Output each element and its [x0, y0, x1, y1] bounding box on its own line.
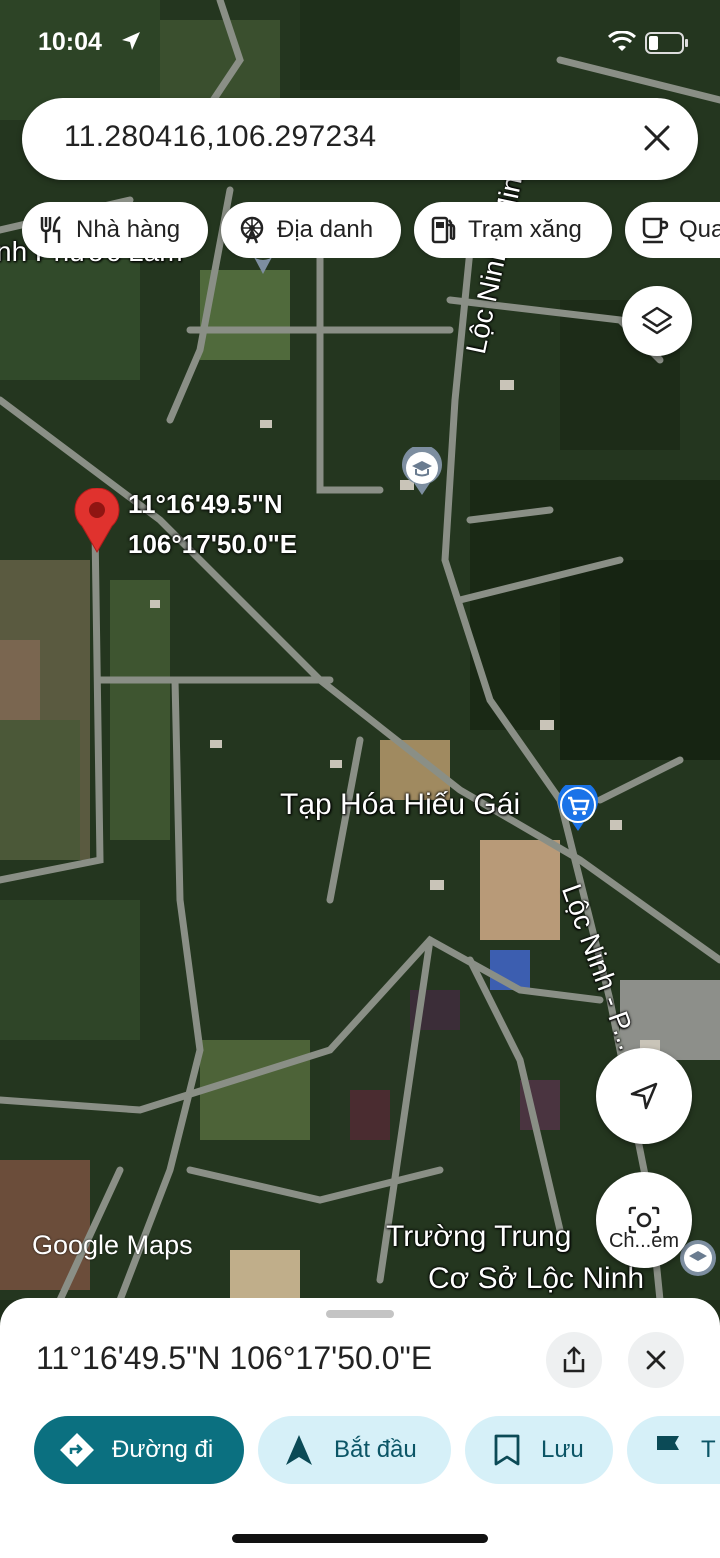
chip-cafes[interactable]: Qua [625, 202, 720, 258]
status-bar: 10:04 [0, 0, 720, 90]
label-button-label: T [701, 1436, 716, 1463]
chip-restaurants[interactable]: Nhà hàng [22, 202, 208, 258]
chip-landmarks-label: Địa danh [277, 216, 374, 243]
label-button[interactable]: T [627, 1416, 720, 1484]
start-button[interactable]: Bắt đầu [258, 1416, 451, 1484]
school-label-line2[interactable]: Cơ Sở Lộc Ninh [428, 1262, 644, 1296]
status-time: 10:04 [38, 28, 102, 56]
category-chips: Nhà hàng Địa danh Trạm xăng Qua [22, 202, 720, 258]
fork-knife-icon [40, 215, 61, 243]
drag-handle[interactable] [326, 1310, 394, 1318]
directions-icon [60, 1433, 94, 1467]
start-label: Bắt đầu [334, 1436, 417, 1463]
my-location-button[interactable] [596, 1048, 692, 1144]
dropped-pin-icon[interactable] [74, 487, 120, 559]
ferris-wheel-icon [240, 216, 264, 244]
share-button[interactable] [546, 1332, 602, 1388]
close-sheet-button[interactable] [628, 1332, 684, 1388]
chip-cafes-label: Qua [679, 216, 720, 243]
store-label[interactable]: Tạp Hóa Hiếu Gái [280, 788, 520, 822]
flag-icon [657, 1436, 679, 1465]
share-icon [563, 1346, 585, 1373]
wifi-icon [607, 30, 637, 58]
pin-latitude: 11°16'49.5"N [128, 489, 283, 519]
gas-station-icon [431, 216, 456, 244]
pin-coordinates: 11°16'49.5"N 106°17'50.0"E [128, 484, 297, 564]
school-label-line1[interactable]: Trường Trung [386, 1220, 571, 1254]
home-indicator [232, 1534, 488, 1543]
directions-label: Đường đi [112, 1436, 214, 1463]
lens-label: Ch...em [608, 1230, 680, 1252]
close-icon [646, 1350, 666, 1370]
pin-longitude: 106°17'50.0"E [128, 529, 298, 559]
chip-landmarks[interactable]: Địa danh [221, 202, 401, 258]
clear-search-icon[interactable] [642, 123, 672, 158]
google-maps-attribution: Google Maps [32, 1230, 193, 1260]
layers-icon [641, 306, 673, 335]
save-label: Lưu [541, 1436, 584, 1463]
place-title-coordinates: 11°16'49.5"N 106°17'50.0"E [36, 1340, 433, 1376]
search-bar[interactable]: 11.280416,106.297234 [22, 98, 698, 180]
battery-icon [645, 32, 689, 59]
shopping-cart-poi-icon[interactable] [556, 780, 600, 838]
chip-gas-stations[interactable]: Trạm xăng [414, 202, 612, 258]
search-query[interactable]: 11.280416,106.297234 [64, 120, 376, 154]
coffee-cup-icon [642, 217, 669, 244]
location-arrow-icon [120, 30, 142, 57]
navigation-arrow-icon [286, 1435, 312, 1465]
navigation-arrow-icon [630, 1082, 658, 1110]
layers-button[interactable] [622, 286, 692, 356]
lens-button[interactable]: Ch...em [596, 1172, 692, 1268]
bookmark-icon [494, 1434, 520, 1466]
school-poi-icon[interactable] [400, 444, 444, 502]
action-buttons: Đường đi Bắt đầu Lưu T [0, 1416, 720, 1486]
place-bottom-sheet[interactable]: 11°16'49.5"N 106°17'50.0"E Đường đi Bắt … [0, 1298, 720, 1558]
chip-restaurants-label: Nhà hàng [76, 216, 181, 243]
chip-gas-stations-label: Trạm xăng [468, 216, 582, 243]
directions-button[interactable]: Đường đi [34, 1416, 244, 1484]
save-button[interactable]: Lưu [465, 1416, 613, 1484]
